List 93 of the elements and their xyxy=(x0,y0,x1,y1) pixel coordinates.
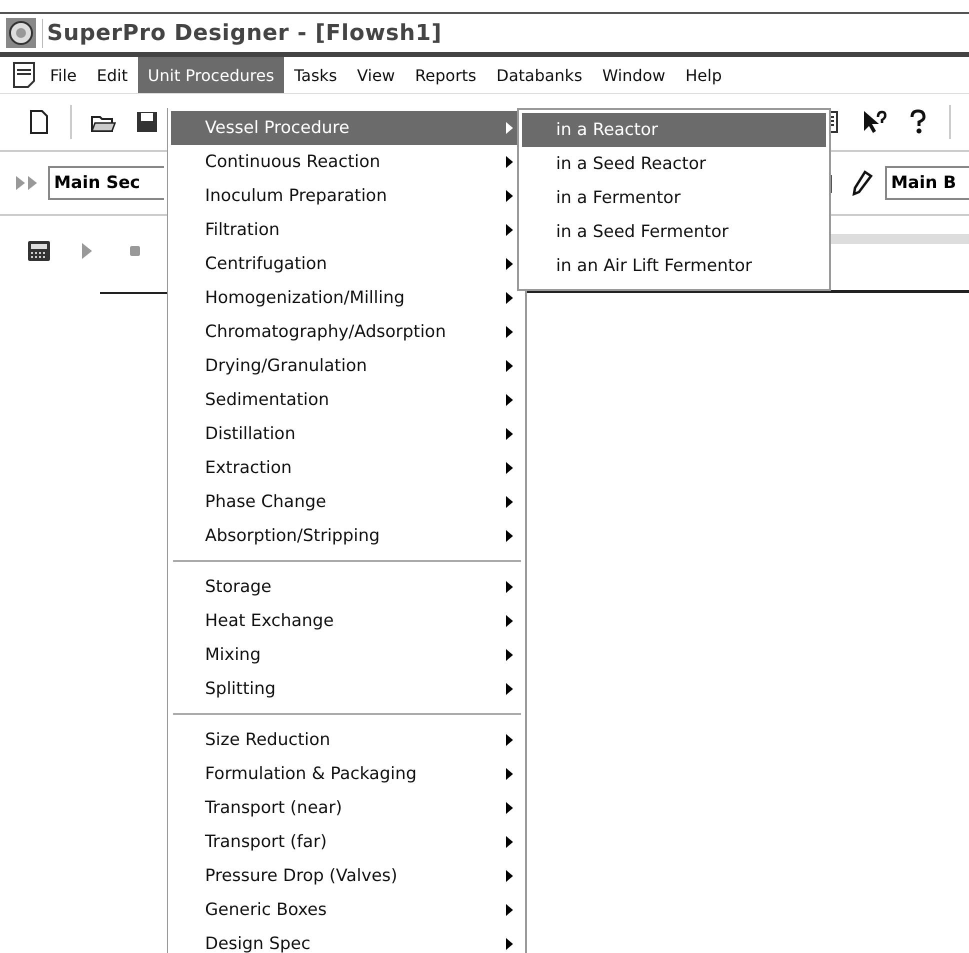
menu-item[interactable]: View xyxy=(347,57,405,93)
submenu-arrow-icon xyxy=(506,904,513,916)
menu-entry[interactable]: Chromatography/Adsorption xyxy=(171,315,523,349)
submenu-arrow-icon xyxy=(506,258,513,270)
submenu-entry[interactable]: in an Air Lift Fermentor xyxy=(522,249,826,283)
submenu-arrow-icon xyxy=(506,734,513,746)
menu-entry-label: Homogenization/Milling xyxy=(205,288,405,308)
menu-entry[interactable]: Inoculum Preparation xyxy=(171,179,523,213)
menu-entry[interactable]: Heat Exchange xyxy=(171,604,523,638)
menu-entry-label: Filtration xyxy=(205,220,280,240)
submenu-arrow-icon xyxy=(506,156,513,168)
menu-entry[interactable]: Pressure Drop (Valves) xyxy=(171,859,523,893)
submenu-arrow-icon xyxy=(506,683,513,695)
menu-entry-label: Sedimentation xyxy=(205,390,330,410)
submenu-arrow-icon xyxy=(506,581,513,593)
menu-entry[interactable]: Storage xyxy=(171,570,523,604)
submenu-arrow-icon xyxy=(506,428,513,440)
menu-entry[interactable]: Homogenization/Milling xyxy=(171,281,523,315)
section-field[interactable]: Main Sec xyxy=(48,166,164,200)
menu-entry[interactable]: Centrifugation xyxy=(171,247,523,281)
menu-entry-label: Generic Boxes xyxy=(205,900,327,920)
submenu-entry[interactable]: in a Seed Reactor xyxy=(522,147,826,181)
menu-entry[interactable]: Extraction xyxy=(171,451,523,485)
menu-entry-label: Pressure Drop (Valves) xyxy=(205,866,398,886)
submenu-arrow-icon xyxy=(506,462,513,474)
submenu-arrow-icon xyxy=(506,326,513,338)
menu-entry[interactable]: Design Spec xyxy=(171,927,523,953)
menu-item[interactable]: Edit xyxy=(86,57,138,93)
menu-entry-label: Extraction xyxy=(205,458,292,478)
menu-entry-label: Transport (near) xyxy=(205,798,342,818)
menu-entry[interactable]: Phase Change xyxy=(171,485,523,519)
menu-entry-label: Mixing xyxy=(205,645,261,665)
menu-entry-label: Vessel Procedure xyxy=(205,118,350,138)
app-logo-icon xyxy=(6,18,36,48)
branch-field[interactable]: Main B xyxy=(885,166,969,200)
menu-entry-label: Centrifugation xyxy=(205,254,328,274)
menu-item[interactable]: Reports xyxy=(405,57,486,93)
menu-item[interactable]: Unit Procedures xyxy=(138,57,284,93)
submenu-arrow-icon xyxy=(506,360,513,372)
menu-entry[interactable]: Distillation xyxy=(171,417,523,451)
calculator-icon[interactable] xyxy=(26,238,52,264)
menu-entry-label: Distillation xyxy=(205,424,296,444)
submenu-entry[interactable]: in a Reactor xyxy=(522,113,826,147)
menu-entry-label: Drying/Granulation xyxy=(205,356,367,376)
menu-item[interactable]: Window xyxy=(592,57,676,93)
submenu-arrow-icon xyxy=(506,836,513,848)
submenu-arrow-icon xyxy=(506,292,513,304)
menu-entry[interactable]: Mixing xyxy=(171,638,523,672)
menu-item[interactable]: Databanks xyxy=(486,57,592,93)
submenu-arrow-icon xyxy=(506,870,513,882)
submenu-arrow-icon xyxy=(506,768,513,780)
menu-entry[interactable]: Generic Boxes xyxy=(171,893,523,927)
submenu-arrow-icon xyxy=(506,224,513,236)
menu-entry[interactable]: Formulation & Packaging xyxy=(171,757,523,791)
submenu-entry[interactable]: in a Seed Fermentor xyxy=(522,215,826,249)
menu-entry-label: Formulation & Packaging xyxy=(205,764,417,784)
menu-entry-label: Transport (far) xyxy=(205,832,327,852)
submenu-entry[interactable]: in a Fermentor xyxy=(522,181,826,215)
menu-entry[interactable]: Filtration xyxy=(171,213,523,247)
submenu-arrow-icon xyxy=(506,122,513,134)
window-title: SuperPro Designer - [Flowsh1] xyxy=(42,18,446,48)
context-help-icon[interactable] xyxy=(861,109,887,135)
submenu-arrow-icon xyxy=(506,190,513,202)
menu-entry-label: Design Spec xyxy=(205,934,310,953)
submenu-arrow-icon xyxy=(506,615,513,627)
menu-entry[interactable]: Sedimentation xyxy=(171,383,523,417)
document-icon[interactable] xyxy=(12,61,38,89)
menu-entry-label: Absorption/Stripping xyxy=(205,526,380,546)
submenu-arrow-icon xyxy=(506,938,513,950)
menu-entry[interactable]: Drying/Granulation xyxy=(171,349,523,383)
menu-item[interactable]: Tasks xyxy=(284,57,348,93)
submenu-arrow-icon xyxy=(506,496,513,508)
save-icon[interactable] xyxy=(134,109,160,135)
submenu-arrow-icon xyxy=(506,802,513,814)
submenu-arrow-icon xyxy=(506,649,513,661)
menu-entry[interactable]: Continuous Reaction xyxy=(171,145,523,179)
menu-entry-label: Size Reduction xyxy=(205,730,330,750)
menu-item[interactable]: Help xyxy=(675,57,732,93)
menu-entry[interactable]: Splitting xyxy=(171,672,523,706)
submenu-arrow-icon xyxy=(506,530,513,542)
menu-item[interactable]: File xyxy=(40,57,87,93)
menu-entry-label: Phase Change xyxy=(205,492,326,512)
menu-entry-label: Inoculum Preparation xyxy=(205,186,387,206)
submenu-arrow-icon xyxy=(506,394,513,406)
menu-entry-label: Chromatography/Adsorption xyxy=(205,322,446,342)
menu-entry-label: Storage xyxy=(205,577,272,597)
menu-entry-label: Splitting xyxy=(205,679,276,699)
menu-entry-label: Heat Exchange xyxy=(205,611,334,631)
menu-entry-label: Continuous Reaction xyxy=(205,152,380,172)
menu-entry[interactable]: Transport (far) xyxy=(171,825,523,859)
menu-entry[interactable]: Transport (near) xyxy=(171,791,523,825)
menu-entry[interactable]: Absorption/Stripping xyxy=(171,519,523,553)
menu-entry[interactable]: Size Reduction xyxy=(171,723,523,757)
